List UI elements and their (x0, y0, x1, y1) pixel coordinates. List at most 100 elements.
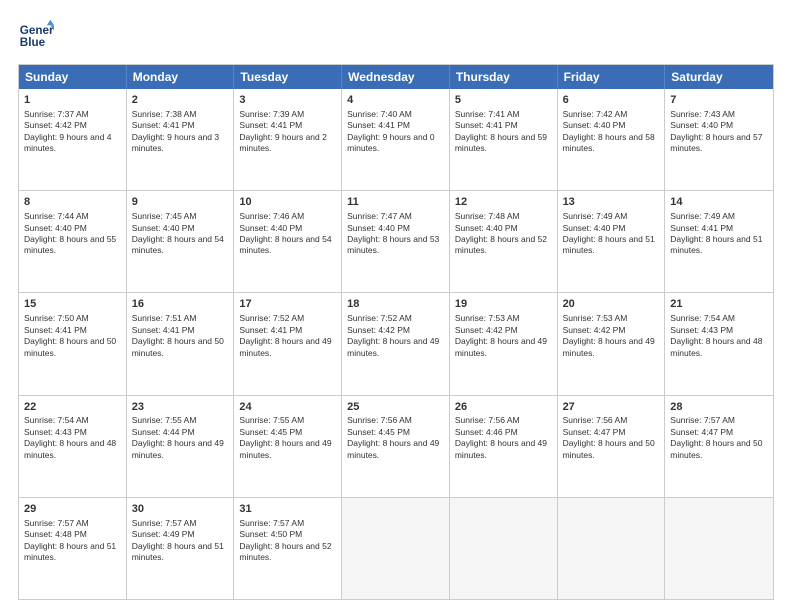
calendar-cell: 21Sunrise: 7:54 AMSunset: 4:43 PMDayligh… (665, 293, 773, 394)
sunrise-text: Sunrise: 7:41 AM (455, 109, 520, 119)
daylight-text: Daylight: 8 hours and 52 minutes. (239, 541, 331, 562)
calendar-week-row: 15Sunrise: 7:50 AMSunset: 4:41 PMDayligh… (19, 292, 773, 394)
calendar-cell: 26Sunrise: 7:56 AMSunset: 4:46 PMDayligh… (450, 396, 558, 497)
logo: General Blue (18, 18, 54, 54)
sunset-text: Sunset: 4:45 PM (347, 427, 410, 437)
sunset-text: Sunset: 4:43 PM (670, 325, 733, 335)
day-number: 17 (239, 297, 336, 312)
sunset-text: Sunset: 4:41 PM (239, 120, 302, 130)
sunrise-text: Sunrise: 7:55 AM (132, 415, 197, 425)
calendar-cell: 3Sunrise: 7:39 AMSunset: 4:41 PMDaylight… (234, 89, 342, 190)
sunrise-text: Sunrise: 7:49 AM (670, 211, 735, 221)
sunset-text: Sunset: 4:49 PM (132, 529, 195, 539)
calendar-header-cell: Thursday (450, 65, 558, 89)
sunset-text: Sunset: 4:42 PM (563, 325, 626, 335)
sunset-text: Sunset: 4:50 PM (239, 529, 302, 539)
daylight-text: Daylight: 8 hours and 53 minutes. (347, 234, 439, 255)
day-number: 3 (239, 93, 336, 108)
daylight-text: Daylight: 8 hours and 50 minutes. (670, 438, 762, 459)
daylight-text: Daylight: 8 hours and 49 minutes. (563, 336, 655, 357)
calendar-cell: 25Sunrise: 7:56 AMSunset: 4:45 PMDayligh… (342, 396, 450, 497)
sunset-text: Sunset: 4:40 PM (24, 223, 87, 233)
calendar-cell: 22Sunrise: 7:54 AMSunset: 4:43 PMDayligh… (19, 396, 127, 497)
header: General Blue (18, 18, 774, 54)
sunrise-text: Sunrise: 7:46 AM (239, 211, 304, 221)
daylight-text: Daylight: 8 hours and 49 minutes. (347, 336, 439, 357)
daylight-text: Daylight: 8 hours and 58 minutes. (563, 132, 655, 153)
daylight-text: Daylight: 9 hours and 2 minutes. (239, 132, 326, 153)
calendar-header-cell: Friday (558, 65, 666, 89)
sunrise-text: Sunrise: 7:49 AM (563, 211, 628, 221)
daylight-text: Daylight: 8 hours and 50 minutes. (132, 336, 224, 357)
sunset-text: Sunset: 4:41 PM (239, 325, 302, 335)
daylight-text: Daylight: 8 hours and 51 minutes. (132, 541, 224, 562)
calendar-cell: 10Sunrise: 7:46 AMSunset: 4:40 PMDayligh… (234, 191, 342, 292)
calendar-cell: 11Sunrise: 7:47 AMSunset: 4:40 PMDayligh… (342, 191, 450, 292)
sunset-text: Sunset: 4:45 PM (239, 427, 302, 437)
sunset-text: Sunset: 4:41 PM (347, 120, 410, 130)
sunset-text: Sunset: 4:47 PM (670, 427, 733, 437)
calendar-cell: 20Sunrise: 7:53 AMSunset: 4:42 PMDayligh… (558, 293, 666, 394)
calendar-header-cell: Wednesday (342, 65, 450, 89)
day-number: 21 (670, 297, 768, 312)
sunset-text: Sunset: 4:40 PM (563, 120, 626, 130)
calendar-cell-empty (342, 498, 450, 599)
day-number: 5 (455, 93, 552, 108)
daylight-text: Daylight: 8 hours and 49 minutes. (347, 438, 439, 459)
day-number: 20 (563, 297, 660, 312)
day-number: 2 (132, 93, 229, 108)
sunrise-text: Sunrise: 7:40 AM (347, 109, 412, 119)
day-number: 27 (563, 400, 660, 415)
calendar-cell-empty (450, 498, 558, 599)
day-number: 22 (24, 400, 121, 415)
day-number: 23 (132, 400, 229, 415)
svg-text:Blue: Blue (20, 36, 46, 49)
daylight-text: Daylight: 8 hours and 49 minutes. (239, 438, 331, 459)
sunset-text: Sunset: 4:46 PM (455, 427, 518, 437)
sunset-text: Sunset: 4:42 PM (347, 325, 410, 335)
day-number: 11 (347, 195, 444, 210)
day-number: 26 (455, 400, 552, 415)
sunset-text: Sunset: 4:41 PM (132, 120, 195, 130)
sunset-text: Sunset: 4:40 PM (563, 223, 626, 233)
daylight-text: Daylight: 9 hours and 0 minutes. (347, 132, 434, 153)
daylight-text: Daylight: 8 hours and 49 minutes. (455, 336, 547, 357)
calendar-body: 1Sunrise: 7:37 AMSunset: 4:42 PMDaylight… (19, 89, 773, 599)
calendar: SundayMondayTuesdayWednesdayThursdayFrid… (18, 64, 774, 600)
sunset-text: Sunset: 4:40 PM (239, 223, 302, 233)
day-number: 4 (347, 93, 444, 108)
day-number: 7 (670, 93, 768, 108)
sunset-text: Sunset: 4:41 PM (455, 120, 518, 130)
sunset-text: Sunset: 4:42 PM (24, 120, 87, 130)
daylight-text: Daylight: 8 hours and 57 minutes. (670, 132, 762, 153)
sunrise-text: Sunrise: 7:51 AM (132, 313, 197, 323)
daylight-text: Daylight: 8 hours and 51 minutes. (563, 234, 655, 255)
calendar-cell: 27Sunrise: 7:56 AMSunset: 4:47 PMDayligh… (558, 396, 666, 497)
daylight-text: Daylight: 8 hours and 50 minutes. (563, 438, 655, 459)
calendar-cell: 31Sunrise: 7:57 AMSunset: 4:50 PMDayligh… (234, 498, 342, 599)
day-number: 12 (455, 195, 552, 210)
daylight-text: Daylight: 9 hours and 3 minutes. (132, 132, 219, 153)
calendar-cell: 23Sunrise: 7:55 AMSunset: 4:44 PMDayligh… (127, 396, 235, 497)
sunrise-text: Sunrise: 7:48 AM (455, 211, 520, 221)
calendar-cell: 28Sunrise: 7:57 AMSunset: 4:47 PMDayligh… (665, 396, 773, 497)
calendar-header-cell: Sunday (19, 65, 127, 89)
sunset-text: Sunset: 4:48 PM (24, 529, 87, 539)
sunset-text: Sunset: 4:42 PM (455, 325, 518, 335)
sunrise-text: Sunrise: 7:56 AM (455, 415, 520, 425)
sunrise-text: Sunrise: 7:57 AM (239, 518, 304, 528)
day-number: 9 (132, 195, 229, 210)
daylight-text: Daylight: 8 hours and 49 minutes. (132, 438, 224, 459)
sunset-text: Sunset: 4:43 PM (24, 427, 87, 437)
calendar-cell: 18Sunrise: 7:52 AMSunset: 4:42 PMDayligh… (342, 293, 450, 394)
calendar-cell: 4Sunrise: 7:40 AMSunset: 4:41 PM Daylight… (342, 89, 450, 190)
sunrise-text: Sunrise: 7:54 AM (24, 415, 89, 425)
calendar-header-cell: Saturday (665, 65, 773, 89)
sunrise-text: Sunrise: 7:55 AM (239, 415, 304, 425)
calendar-cell-empty (665, 498, 773, 599)
calendar-cell: 2Sunrise: 7:38 AMSunset: 4:41 PMDaylight… (127, 89, 235, 190)
day-number: 1 (24, 93, 121, 108)
day-number: 10 (239, 195, 336, 210)
calendar-cell: 24Sunrise: 7:55 AMSunset: 4:45 PMDayligh… (234, 396, 342, 497)
sunrise-text: Sunrise: 7:45 AM (132, 211, 197, 221)
